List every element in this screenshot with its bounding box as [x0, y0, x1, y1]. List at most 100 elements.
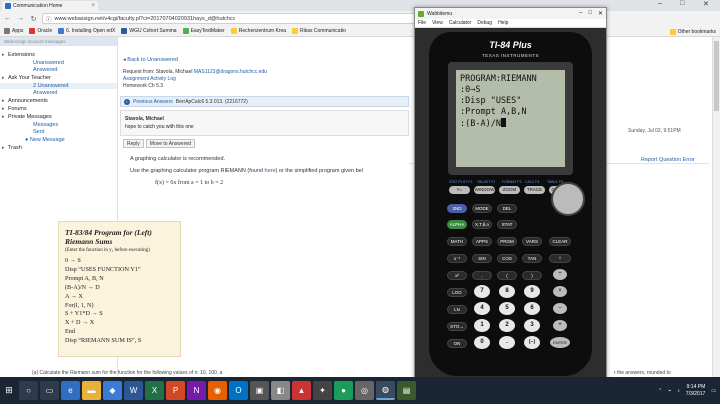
key-9[interactable]: 9: [524, 285, 540, 298]
sidebar-sent[interactable]: Sent: [0, 129, 117, 135]
key-store[interactable]: STO→: [447, 322, 467, 331]
sidebar-extensions-answered[interactable]: Answered: [0, 67, 117, 73]
wabbitemu-taskbar-icon[interactable]: ▤: [397, 381, 416, 400]
store-icon[interactable]: ◆: [103, 381, 122, 400]
key-power[interactable]: ^: [549, 254, 571, 263]
key-open-paren[interactable]: (: [497, 271, 517, 280]
key-prgm[interactable]: PRGM: [497, 237, 517, 246]
chrome-taskbar-icon[interactable]: ◍: [376, 381, 395, 400]
key-math[interactable]: MATH: [447, 237, 467, 246]
back-to-unanswered-link[interactable]: ◂ Back to Unanswered: [123, 57, 409, 63]
key-log[interactable]: LOG: [447, 288, 467, 297]
volume-icon[interactable]: ♪: [677, 388, 680, 394]
key-clear[interactable]: CLEAR: [549, 237, 571, 246]
key-vars[interactable]: VARS: [522, 237, 542, 246]
powerpoint-icon[interactable]: P: [166, 381, 185, 400]
sidebar-forums[interactable]: Forums: [0, 106, 117, 112]
sidebar-ask-unanswered[interactable]: 2 Unanswered: [0, 82, 117, 89]
app-icon[interactable]: ◧: [271, 381, 290, 400]
bookmark-easytestmaker[interactable]: EasyTestMaker: [182, 28, 225, 34]
emu-close-icon[interactable]: ✕: [598, 10, 603, 17]
student-email-link[interactable]: MAS1123@dragons.hutchcc.edu: [194, 69, 267, 75]
sidebar-private-messages[interactable]: Private Messages: [0, 114, 117, 120]
key-inverse[interactable]: x⁻¹: [447, 254, 467, 263]
key-decimal[interactable]: .: [499, 336, 515, 349]
riemann-program-link[interactable]: here: [265, 168, 276, 174]
key-2nd[interactable]: 2ND: [447, 204, 467, 213]
key-0[interactable]: 0: [474, 336, 490, 349]
menu-calculator[interactable]: Calculator: [449, 20, 472, 26]
app-icon[interactable]: ●: [334, 381, 353, 400]
key-7[interactable]: 7: [474, 285, 490, 298]
sidebar-announcements[interactable]: Announcements: [0, 98, 117, 104]
key-zoom[interactable]: ZOOM: [499, 186, 520, 194]
network-icon[interactable]: ⌁: [668, 388, 671, 394]
word-icon[interactable]: W: [124, 381, 143, 400]
sidebar-ask-teacher[interactable]: Ask Your Teacher: [0, 75, 117, 81]
key-6[interactable]: 6: [524, 302, 540, 315]
browser-tab[interactable]: Communication Home ×: [2, 1, 98, 11]
firefox-icon[interactable]: ◉: [208, 381, 227, 400]
activity-log-link[interactable]: Assignment Activity Log: [123, 76, 176, 82]
window-close-icon[interactable]: ✕: [703, 0, 709, 8]
back-arrow-icon[interactable]: ←: [3, 15, 12, 22]
key-cos[interactable]: COS: [497, 254, 517, 263]
key-negative[interactable]: (−): [524, 336, 540, 349]
emu-maximize-icon[interactable]: □: [588, 10, 592, 17]
clock[interactable]: 9:14 PM 7/3/2017: [686, 384, 705, 398]
reply-button[interactable]: Reply: [123, 139, 144, 148]
key-trace[interactable]: TRACE: [524, 186, 545, 194]
reload-icon[interactable]: ↻: [29, 15, 38, 23]
file-explorer-icon[interactable]: ▬: [82, 381, 101, 400]
key-divide[interactable]: ÷: [553, 269, 567, 280]
key-8[interactable]: 8: [499, 285, 515, 298]
key-stat[interactable]: STAT: [497, 220, 517, 229]
previous-answers-bar[interactable]: i Previous Answers BerrApCalc6 5.3.013. …: [120, 96, 409, 107]
other-bookmarks[interactable]: Other bookmarks: [669, 26, 716, 37]
key-xtn[interactable]: X,T,θ,n: [472, 220, 492, 229]
key-3[interactable]: 3: [524, 319, 540, 332]
app-icon[interactable]: ▲: [292, 381, 311, 400]
onenote-icon[interactable]: N: [187, 381, 206, 400]
menu-file[interactable]: File: [418, 20, 426, 26]
key-close-paren[interactable]: ): [522, 271, 542, 280]
menu-view[interactable]: View: [432, 20, 443, 26]
key-y-equals[interactable]: Y=: [449, 186, 470, 194]
edge-icon[interactable]: e: [61, 381, 80, 400]
key-on[interactable]: ON: [447, 339, 467, 348]
key-1[interactable]: 1: [474, 319, 490, 332]
key-add[interactable]: +: [553, 320, 567, 331]
key-subtract[interactable]: −: [553, 303, 567, 314]
arrow-keypad[interactable]: [551, 182, 585, 216]
key-comma[interactable]: ,: [472, 271, 492, 280]
emu-minimize-icon[interactable]: –: [579, 10, 582, 17]
bookmark-rechenzentrum[interactable]: Rechenzentrum Krea: [230, 28, 286, 34]
outlook-icon[interactable]: O: [229, 381, 248, 400]
key-apps[interactable]: APPS: [472, 237, 492, 246]
app-icon[interactable]: ◎: [355, 381, 374, 400]
key-multiply[interactable]: ×: [553, 286, 567, 297]
maximize-icon[interactable]: □: [680, 0, 684, 7]
url-bar[interactable]: ⓘ www.webassign.net/v4cgi/faculty.pl?ci=…: [42, 13, 438, 24]
bookmark-oracle[interactable]: Oracle: [29, 28, 52, 34]
bookmark-rikas[interactable]: Rikas Communicatio: [292, 28, 346, 34]
app-icon[interactable]: ✦: [313, 381, 332, 400]
windows-start-icon[interactable]: ⊞: [0, 377, 18, 404]
bookmark-apps[interactable]: Apps: [4, 28, 23, 34]
notifications-icon[interactable]: ▭: [711, 388, 716, 394]
key-alpha[interactable]: ALPHA: [447, 220, 467, 229]
sidebar-ask-answered[interactable]: Answered: [0, 90, 117, 96]
bookmark-wgu[interactable]: WGU Cohort Summa: [121, 28, 177, 34]
sidebar-extensions-unanswered[interactable]: Unanswered: [0, 60, 117, 66]
key-5[interactable]: 5: [499, 302, 515, 315]
app-icon[interactable]: ▣: [250, 381, 269, 400]
chevron-up-icon[interactable]: ⌃: [658, 388, 662, 394]
key-enter[interactable]: ENTER: [550, 337, 570, 348]
tab-close-icon[interactable]: ×: [91, 3, 95, 9]
key-2[interactable]: 2: [499, 319, 515, 332]
move-to-answered-button[interactable]: Move to Answered: [145, 139, 195, 148]
excel-icon[interactable]: X: [145, 381, 164, 400]
sidebar-extensions[interactable]: Extensions: [0, 52, 117, 58]
key-mode[interactable]: MODE: [472, 204, 492, 213]
key-tan[interactable]: TAN: [522, 254, 542, 263]
